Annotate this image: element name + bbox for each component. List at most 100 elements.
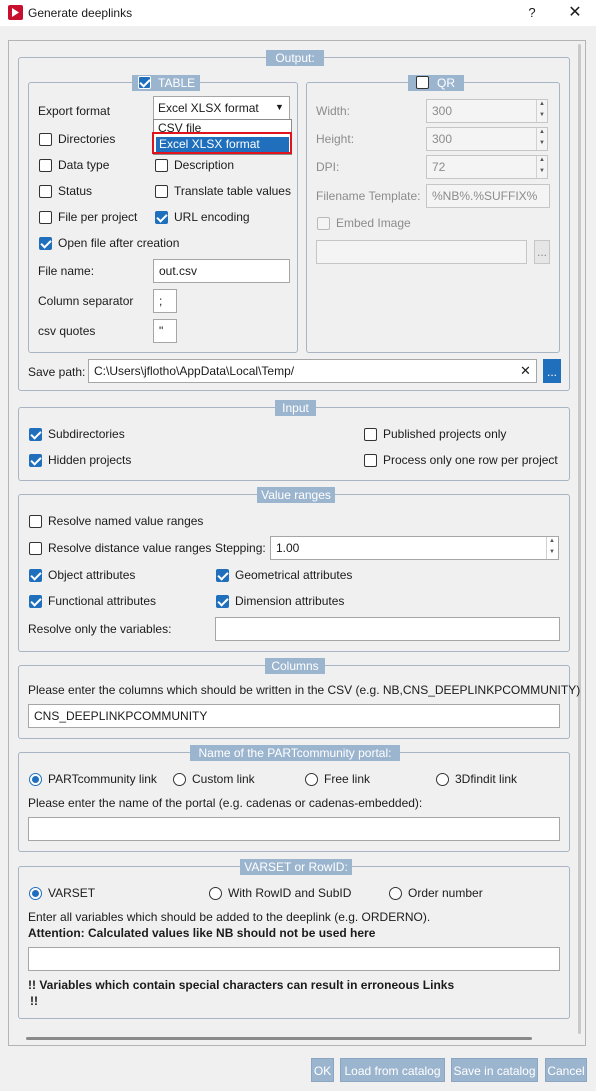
qr-label: QR bbox=[437, 76, 455, 90]
object-attributes-checkbox[interactable] bbox=[29, 569, 42, 582]
radio-custom-link[interactable] bbox=[173, 773, 186, 786]
stepping-spinner[interactable]: ▲ ▼ bbox=[546, 537, 557, 559]
qr-width-label: Width: bbox=[316, 104, 351, 118]
save-path-input[interactable]: C:\Users\jflotho\AppData\Local\Temp/ bbox=[88, 359, 537, 383]
published-only-checkbox[interactable] bbox=[364, 428, 377, 441]
varset-label: VARSET bbox=[48, 886, 96, 900]
varset-group-title: VARSET or RowID: bbox=[240, 859, 352, 875]
filename-template-input[interactable]: %NB%.%SUFFIX% bbox=[426, 184, 550, 208]
status-checkbox[interactable] bbox=[39, 185, 52, 198]
embed-image-browse-button[interactable]: ... bbox=[534, 240, 550, 264]
file-name-label: File name: bbox=[38, 264, 95, 278]
load-from-catalog-button[interactable]: Load from catalog bbox=[340, 1058, 445, 1082]
portal-name-input[interactable] bbox=[28, 817, 560, 841]
functional-attributes-checkbox[interactable] bbox=[29, 595, 42, 608]
varset-hint: Enter all variables which should be adde… bbox=[28, 910, 431, 924]
qr-dpi-input[interactable]: 72 bbox=[426, 155, 548, 179]
input-group bbox=[18, 407, 570, 481]
directories-checkbox[interactable] bbox=[39, 133, 52, 146]
data-type-checkbox[interactable] bbox=[39, 159, 52, 172]
qr-height-input[interactable]: 300 bbox=[426, 127, 548, 151]
dimension-attributes-label: Dimension attributes bbox=[235, 594, 345, 608]
stepping-label: Stepping: bbox=[215, 541, 266, 555]
csv-quotes-label: csv quotes bbox=[38, 324, 96, 338]
stepping-value: 1.00 bbox=[276, 541, 300, 555]
qr-width-value: 300 bbox=[432, 104, 453, 118]
table-checkbox[interactable] bbox=[138, 76, 151, 89]
description-label: Description bbox=[174, 158, 235, 172]
custom-link-label: Custom link bbox=[192, 772, 255, 786]
input-group-title: Input bbox=[275, 400, 316, 416]
subdirectories-label: Subdirectories bbox=[48, 427, 125, 441]
embed-image-path-input[interactable] bbox=[316, 240, 527, 264]
one-row-label: Process only one row per project bbox=[383, 453, 558, 467]
column-separator-input[interactable]: ; bbox=[153, 289, 177, 313]
resolve-named-label: Resolve named value ranges bbox=[48, 514, 204, 528]
resolve-distance-label: Resolve distance value ranges bbox=[48, 541, 212, 555]
cancel-button[interactable]: Cancel bbox=[545, 1058, 587, 1082]
url-encoding-checkbox[interactable] bbox=[155, 211, 168, 224]
qr-width-input[interactable]: 300 bbox=[426, 99, 548, 123]
stepping-input[interactable]: 1.00 bbox=[270, 536, 559, 560]
radio-rowid-subid[interactable] bbox=[209, 887, 222, 900]
window-title: Generate deeplinks bbox=[28, 6, 133, 20]
csv-quotes-input[interactable]: " bbox=[153, 319, 177, 343]
help-button[interactable]: ? bbox=[522, 3, 542, 23]
horizontal-scrollbar[interactable] bbox=[26, 1037, 532, 1040]
varset-warning-end: !! bbox=[30, 994, 38, 1008]
description-checkbox[interactable] bbox=[155, 159, 168, 172]
radio-varset[interactable] bbox=[29, 887, 42, 900]
ok-button[interactable]: OK bbox=[311, 1058, 334, 1082]
columns-input[interactable]: CNS_DEEPLINKPCOMMUNITY bbox=[28, 704, 560, 728]
radio-3dfindit-link[interactable] bbox=[436, 773, 449, 786]
qr-checkbox[interactable] bbox=[416, 76, 429, 89]
dimension-attributes-checkbox[interactable] bbox=[216, 595, 229, 608]
translate-label: Translate table values bbox=[174, 184, 291, 198]
close-icon[interactable]: ✕ bbox=[565, 3, 585, 23]
columns-hint: Please enter the columns which should be… bbox=[28, 683, 581, 697]
resolve-only-input[interactable] bbox=[215, 617, 560, 641]
qr-dpi-spinner[interactable]: ▲ ▼ bbox=[536, 156, 547, 178]
functional-attributes-label: Functional attributes bbox=[48, 594, 157, 608]
save-path-browse-button[interactable]: ... bbox=[543, 359, 561, 383]
table-label: TABLE bbox=[158, 76, 196, 90]
radio-free-link[interactable] bbox=[305, 773, 318, 786]
geometrical-attributes-checkbox[interactable] bbox=[216, 569, 229, 582]
directories-label: Directories bbox=[58, 132, 116, 146]
portal-group-title: Name of the PARTcommunity portal: bbox=[190, 745, 400, 761]
embed-image-label: Embed Image bbox=[336, 216, 411, 230]
subdirectories-checkbox[interactable] bbox=[29, 428, 42, 441]
hidden-projects-checkbox[interactable] bbox=[29, 454, 42, 467]
vertical-scrollbar[interactable] bbox=[578, 44, 581, 1034]
open-file-checkbox[interactable] bbox=[39, 237, 52, 250]
save-in-catalog-button[interactable]: Save in catalog bbox=[451, 1058, 538, 1082]
filename-template-label: Filename Template: bbox=[316, 189, 421, 203]
highlight-box bbox=[152, 132, 292, 154]
radio-partcommunity-link[interactable] bbox=[29, 773, 42, 786]
app-icon bbox=[8, 5, 23, 20]
qr-width-spinner[interactable]: ▲ ▼ bbox=[536, 100, 547, 122]
output-group-title: Output: bbox=[266, 50, 324, 66]
portal-hint: Please enter the name of the portal (e.g… bbox=[28, 796, 423, 810]
qr-height-label: Height: bbox=[316, 132, 355, 146]
object-attributes-label: Object attributes bbox=[48, 568, 136, 582]
export-format-select[interactable]: Excel XLSX format ▼ bbox=[153, 96, 290, 120]
embed-image-checkbox[interactable] bbox=[317, 217, 330, 230]
file-per-project-checkbox[interactable] bbox=[39, 211, 52, 224]
file-name-input[interactable]: out.csv bbox=[153, 259, 290, 283]
clear-icon[interactable]: ✕ bbox=[520, 363, 531, 379]
radio-order-number[interactable] bbox=[389, 887, 402, 900]
column-separator-label: Column separator bbox=[38, 294, 134, 308]
open-file-label: Open file after creation bbox=[58, 236, 180, 250]
translate-checkbox[interactable] bbox=[155, 185, 168, 198]
resolve-distance-checkbox[interactable] bbox=[29, 542, 42, 555]
resolve-named-checkbox[interactable] bbox=[29, 515, 42, 528]
rowid-subid-label: With RowID and SubID bbox=[228, 886, 352, 900]
published-only-label: Published projects only bbox=[383, 427, 507, 441]
varset-variables-input[interactable] bbox=[28, 947, 560, 971]
export-format-value: Excel XLSX format bbox=[158, 101, 259, 115]
one-row-checkbox[interactable] bbox=[364, 454, 377, 467]
value-ranges-group-title: Value ranges bbox=[257, 487, 335, 503]
order-number-label: Order number bbox=[408, 886, 483, 900]
qr-height-spinner[interactable]: ▲ ▼ bbox=[536, 128, 547, 150]
